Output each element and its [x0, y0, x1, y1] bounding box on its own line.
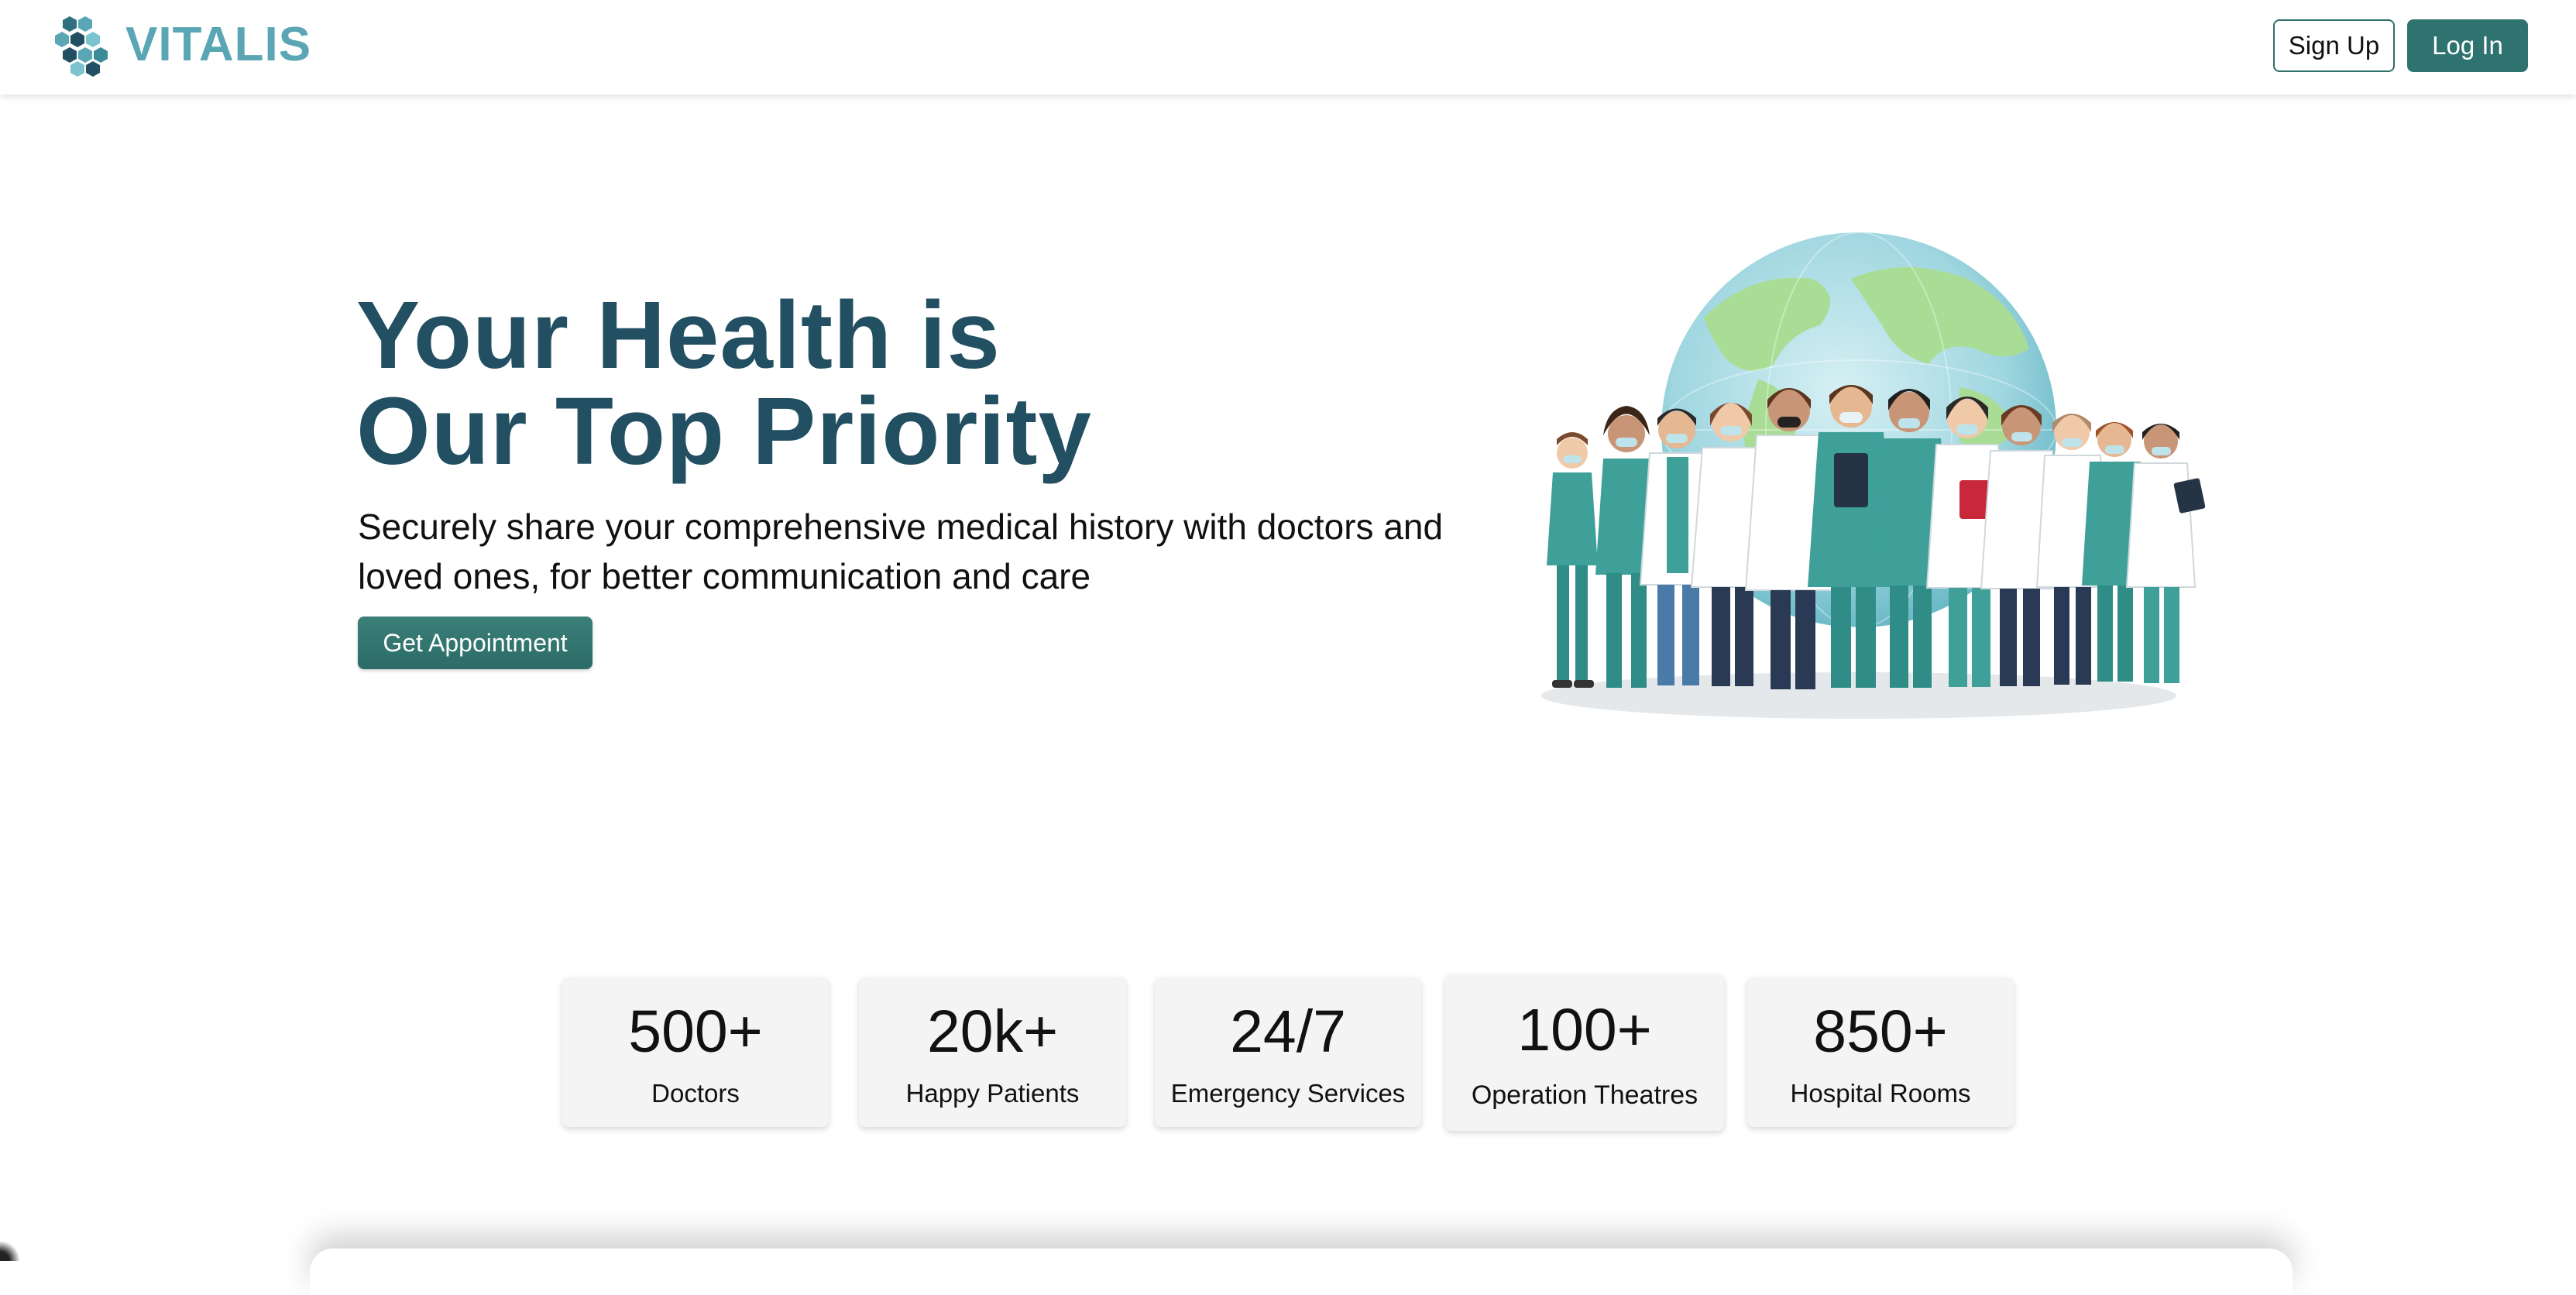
hexagon-cluster-logo-icon	[55, 16, 108, 77]
stat-label: Doctors	[651, 1079, 740, 1108]
sign-up-button[interactable]: Sign Up	[2273, 19, 2395, 72]
stat-label: Hospital Rooms	[1790, 1079, 1971, 1108]
top-navbar: VITALIS Sign Up Log In	[0, 0, 2576, 94]
stat-card-emergency-services: 24/7 Emergency Services	[1155, 977, 1421, 1127]
window-corner	[0, 1236, 23, 1261]
get-appointment-button[interactable]: Get Appointment	[358, 617, 592, 669]
medical-team-illustration	[1541, 232, 2206, 719]
stat-label: Emergency Services	[1170, 1079, 1406, 1108]
stat-label: Operation Theatres	[1471, 1080, 1698, 1110]
stat-value: 24/7	[1230, 998, 1346, 1065]
stat-value: 850+	[1813, 998, 1948, 1065]
log-in-button[interactable]: Log In	[2407, 19, 2528, 72]
stat-card-hospital-rooms: 850+ Hospital Rooms	[1747, 977, 2014, 1127]
hero-title: Your Health is Our Top Priority	[356, 288, 1092, 480]
hero-title-line-1: Your Health is	[356, 283, 1001, 389]
brand-name: VITALIS	[125, 18, 312, 71]
hero-title-line-2: Our Top Priority	[356, 379, 1092, 485]
stat-value: 20k+	[926, 998, 1059, 1065]
hero-subtitle: Securely share your comprehensive medica…	[358, 507, 1444, 596]
stat-value: 100+	[1517, 997, 1652, 1063]
stat-value: 500+	[628, 998, 763, 1065]
stat-label: Happy Patients	[905, 1079, 1080, 1108]
stat-card-operation-theatres: 100+ Operation Theatres	[1445, 974, 1724, 1131]
stat-card-doctors: 500+ Doctors	[562, 977, 829, 1127]
next-section-edge	[310, 1249, 2293, 1295]
stat-card-happy-patients: 20k+ Happy Patients	[859, 977, 1126, 1127]
brand-logo[interactable]: VITALIS	[54, 14, 312, 77]
